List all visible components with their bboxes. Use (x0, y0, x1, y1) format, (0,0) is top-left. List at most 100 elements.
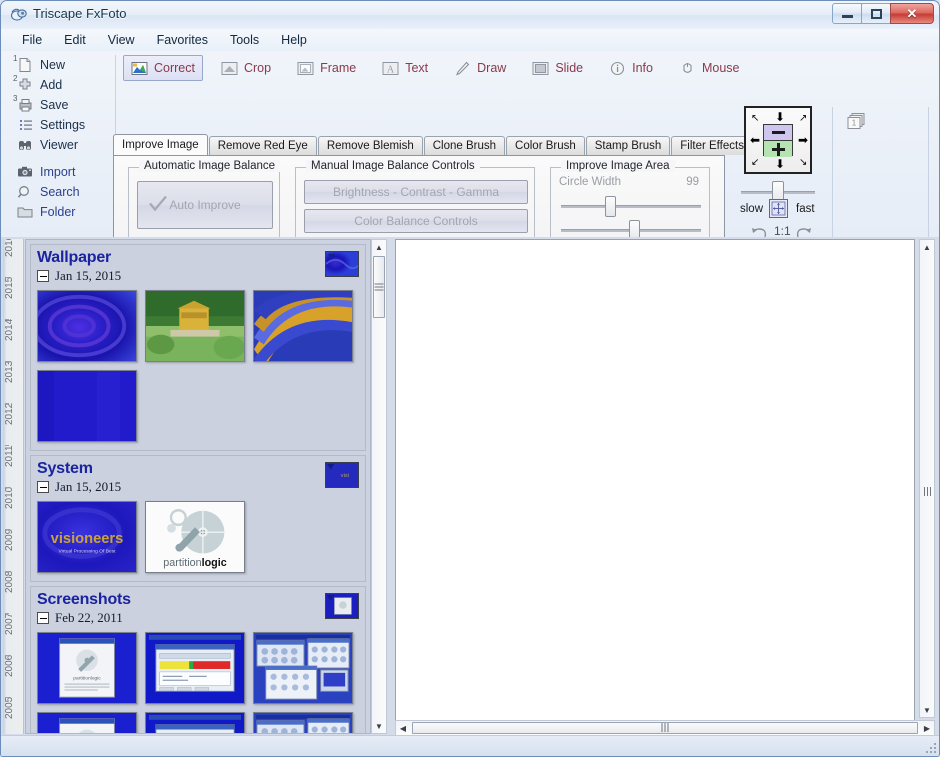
viewer-scroll-up-button[interactable]: ▲ (920, 240, 934, 254)
viewer-scroll-left-button[interactable]: ◀ (396, 721, 410, 735)
command-save[interactable]: 3 Save (13, 94, 111, 115)
thumbnail-partitionlogic-logo[interactable]: partitionlogic (145, 501, 245, 573)
command-search[interactable]: Search (13, 182, 111, 202)
viewer-horizontal-scrollbar[interactable]: ◀ ▶ (395, 720, 935, 736)
thumbnail-progress-bar-screenshot[interactable] (145, 632, 245, 704)
pan-up-arrow[interactable]: ⬇ (775, 111, 785, 123)
album-cover-thumb[interactable] (325, 593, 359, 619)
album-screenshots[interactable]: Screenshots Feb 22, 2011 partitionlogic (30, 586, 366, 733)
timeline-year-2005[interactable]: 2005 (4, 697, 22, 719)
ratio-1-1-icon[interactable]: 1:1 (774, 224, 791, 238)
command-import[interactable]: Import (13, 162, 111, 182)
tab-color-brush[interactable]: Color Brush (506, 136, 585, 155)
layers-icon[interactable]: 1 (846, 111, 868, 131)
menu-tools[interactable]: Tools (219, 31, 270, 49)
timeline-year-2014[interactable]: 2014 (4, 319, 22, 341)
thumbnail-golden-temple-photo[interactable] (145, 290, 245, 362)
pan-down-right-arrow[interactable]: ↘ (799, 157, 807, 169)
thumbnail-partitionlogic-screenshot[interactable]: partitionlogic (37, 632, 137, 704)
zoom-out-button[interactable] (764, 125, 792, 140)
pan-right-arrow[interactable]: ➡ (798, 134, 808, 146)
viewer-hscrollbar-thumb[interactable] (412, 722, 918, 734)
menu-help[interactable]: Help (270, 31, 318, 49)
thumbnail-blue-gold-swirl-wallpaper[interactable] (253, 290, 353, 362)
command-new[interactable]: 1 New (13, 54, 111, 75)
menu-file[interactable]: File (11, 31, 53, 49)
thumbnail-blue-swirl-wallpaper[interactable] (37, 290, 137, 362)
tab-remove-red-eye[interactable]: Remove Red Eye (208, 136, 317, 155)
pan-zoom-pad[interactable]: ⬇ ⬇ ⬅ ➡ ↖ ↗ ↙ ↘ (744, 106, 812, 174)
menu-edit[interactable]: Edit (53, 31, 97, 49)
command-add[interactable]: 2 Add (13, 74, 111, 95)
tab-stamp-brush[interactable]: Stamp Brush (585, 136, 671, 155)
timeline-year-2015[interactable]: 2015 (4, 277, 22, 299)
timeline-year-2016[interactable]: 2016 (4, 239, 22, 257)
album-cover-thumb[interactable]: visi (325, 462, 359, 488)
timeline-year-ruler[interactable]: 2016 2015 2014 2013 2012 2011 2010 2009 … (3, 239, 24, 734)
mode-text[interactable]: A Text (374, 55, 436, 81)
mode-info[interactable]: Info (601, 55, 661, 81)
thumbnail-visioneers-logo[interactable]: visioneers Virtual Processing Of Best (37, 501, 137, 573)
tab-improve-image[interactable]: Improve Image (113, 134, 208, 155)
circle-width-slider[interactable] (557, 194, 705, 218)
zoom-in-button[interactable] (764, 140, 792, 157)
mode-correct[interactable]: Correct (123, 55, 203, 81)
pan-up-left-arrow[interactable]: ↖ (751, 113, 759, 125)
timeline-year-2007[interactable]: 2007 (4, 613, 22, 635)
viewer-canvas[interactable] (396, 240, 914, 733)
pan-up-right-arrow[interactable]: ↗ (799, 113, 807, 125)
viewer-scroll-down-button[interactable]: ▼ (920, 703, 934, 717)
thumbnail-desktop-icons-screenshot-2[interactable] (253, 712, 353, 733)
mode-crop[interactable]: Crop (213, 55, 279, 81)
mode-frame[interactable]: Frame (289, 55, 364, 81)
viewer-scroll-right-button[interactable]: ▶ (920, 721, 934, 735)
fit-screen-icon[interactable] (769, 199, 788, 218)
collapse-expander-icon[interactable] (37, 481, 49, 493)
minimize-button[interactable] (832, 3, 862, 24)
mode-mouse[interactable]: Mouse (671, 55, 748, 81)
album-scroll-up-button[interactable]: ▲ (372, 240, 386, 254)
timeline-year-2013[interactable]: 2013 (4, 361, 22, 383)
resize-grip[interactable] (924, 741, 936, 753)
close-button[interactable]: ✕ (890, 3, 934, 24)
viewer-vertical-scrollbar[interactable]: ▲ ▼ (919, 239, 935, 718)
album-scrollbar-thumb[interactable] (373, 256, 385, 318)
album-wallpaper[interactable]: Wallpaper Jan 15, 2015 (30, 244, 366, 451)
command-viewer[interactable]: Viewer (13, 135, 111, 155)
pan-down-left-arrow[interactable]: ↙ (751, 157, 759, 169)
timeline-year-2011[interactable]: 2011 (4, 445, 22, 467)
image-viewer[interactable] (395, 239, 915, 734)
album-scrollbar[interactable]: ▲ ▼ (371, 239, 387, 734)
brightness-contrast-gamma-button[interactable]: Brightness - Contrast - Gamma (304, 180, 528, 204)
svg-text:Virtual Processing Of Best: Virtual Processing Of Best (58, 549, 116, 555)
menu-view[interactable]: View (97, 31, 146, 49)
tab-clone-brush[interactable]: Clone Brush (423, 136, 506, 155)
timeline-year-2010[interactable]: 2010 (4, 487, 22, 509)
collapse-expander-icon[interactable] (37, 612, 49, 624)
album-cover-thumb[interactable] (325, 251, 359, 277)
tab-remove-blemish[interactable]: Remove Blemish (317, 136, 423, 155)
thumbnail-plain-blue-wallpaper[interactable] (37, 370, 137, 442)
album-scroll-down-button[interactable]: ▼ (372, 719, 386, 733)
mode-slide[interactable]: Slide (524, 55, 591, 81)
timeline-year-2012[interactable]: 2012 (4, 403, 22, 425)
timeline-year-2009[interactable]: 2009 (4, 529, 22, 551)
pan-left-arrow[interactable]: ⬅ (750, 134, 760, 146)
timeline-year-2008[interactable]: 2008 (4, 571, 22, 593)
auto-improve-button[interactable]: Auto Improve (137, 181, 273, 229)
pan-down-arrow[interactable]: ⬇ (775, 158, 785, 170)
thumbnail-partitionlogic-screenshot-2[interactable]: partitionlogic (37, 712, 137, 733)
command-folder[interactable]: Folder (13, 202, 111, 222)
maximize-button[interactable] (861, 3, 891, 24)
menu-favorites[interactable]: Favorites (146, 31, 219, 49)
command-settings[interactable]: Settings (13, 115, 111, 135)
timeline-year-2006[interactable]: 2006 (4, 655, 22, 677)
album-system[interactable]: System Jan 15, 2015 visi visioneers Virt… (30, 455, 366, 582)
thumbnail-desktop-icons-screenshot[interactable] (253, 632, 353, 704)
circle-width-slider-thumb[interactable] (605, 196, 616, 217)
command-list: 1 New 2 Add 3 Save Settings Viewer Impor… (13, 54, 111, 235)
thumbnail-progress-bar-screenshot-2[interactable] (145, 712, 245, 733)
mode-draw[interactable]: Draw (446, 55, 514, 81)
color-balance-controls-button[interactable]: Color Balance Controls (304, 209, 528, 233)
collapse-expander-icon[interactable] (37, 270, 49, 282)
